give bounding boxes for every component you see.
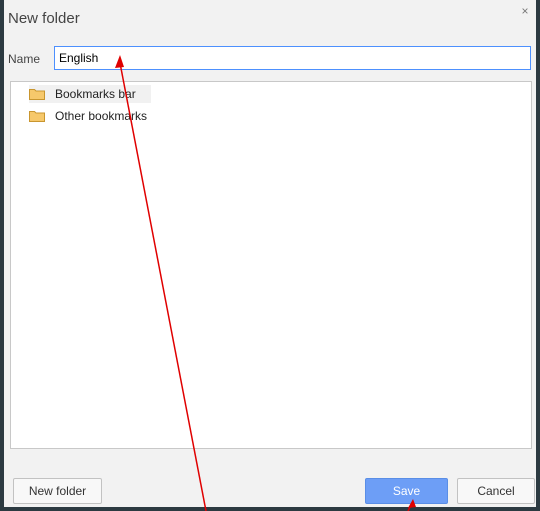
tree-item-other-bookmarks[interactable]: Other bookmarks — [29, 107, 147, 125]
tree-item-bookmarks-bar[interactable]: Bookmarks bar — [29, 85, 151, 103]
tree-item-label: Other bookmarks — [55, 109, 148, 123]
bookmark-folder-tree[interactable]: Bookmarks bar Other bookmarks — [10, 81, 532, 449]
folder-name-input[interactable] — [54, 46, 531, 70]
close-icon[interactable]: × — [520, 5, 530, 17]
folder-icon — [29, 110, 45, 122]
new-folder-dialog: New folder × Name Bookmarks bar Other bo… — [4, 0, 536, 507]
tree-item-label: Bookmarks bar — [55, 87, 136, 101]
cancel-button[interactable]: Cancel — [457, 478, 535, 504]
window-frame-right — [536, 0, 540, 511]
new-folder-button[interactable]: New folder — [13, 478, 102, 504]
folder-icon — [29, 88, 45, 100]
name-label: Name — [8, 52, 41, 66]
dialog-title: New folder — [8, 10, 80, 27]
window-frame-bottom — [0, 507, 540, 511]
save-button[interactable]: Save — [365, 478, 448, 504]
